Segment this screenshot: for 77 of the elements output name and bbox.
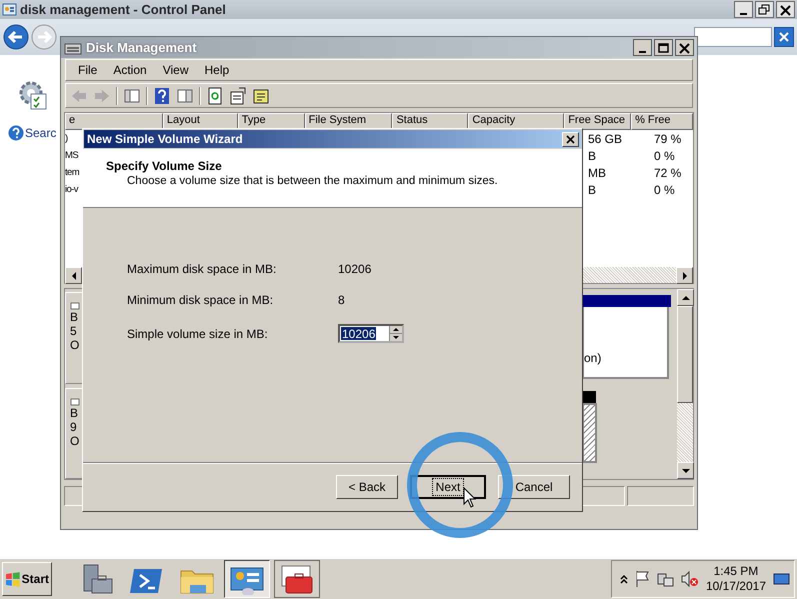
- table-cell: 0 %: [654, 182, 675, 196]
- table-cell: 79 %: [654, 132, 682, 146]
- wizard-subtitle: Choose a volume size that is between the maximum and minimum sizes.: [126, 175, 499, 187]
- volume-size-spinbox[interactable]: 10206: [338, 324, 404, 343]
- back-button-icon[interactable]: [3, 24, 29, 50]
- window-title: Disk Management: [86, 40, 198, 55]
- right-arrow-icon[interactable]: [680, 270, 688, 280]
- field-value: 8: [338, 293, 346, 307]
- wizard-button[interactable]: < Back: [336, 475, 398, 499]
- menu-item[interactable]: View: [154, 63, 196, 77]
- mouse-pointer-icon: [463, 487, 477, 509]
- disk-label: B: [70, 406, 80, 420]
- settings-checklist-icon: [17, 79, 49, 111]
- windows-logo-icon: [5, 570, 21, 588]
- up-arrow-icon[interactable]: [680, 294, 690, 302]
- help-icon[interactable]: [153, 86, 171, 104]
- disk-label: O: [70, 434, 80, 448]
- menu-item[interactable]: Action: [105, 63, 155, 77]
- menu-item[interactable]: Help: [196, 63, 238, 77]
- refresh-icon[interactable]: [206, 86, 224, 104]
- pane-layout-icon[interactable]: [176, 86, 194, 104]
- dialog-title: New Simple Volume Wizard: [87, 132, 244, 146]
- disk-label: 5: [70, 325, 78, 338]
- table-cell-text: tem: [65, 167, 80, 178]
- table-cell-text: B: [587, 148, 598, 162]
- restore-icon[interactable]: [757, 2, 772, 16]
- unallocated-header-bar: [582, 391, 596, 403]
- menu-item[interactable]: File: [70, 63, 106, 77]
- table-cell-text: io-v: [65, 184, 80, 195]
- status-bar-panel: [627, 486, 694, 506]
- close-icon[interactable]: [778, 2, 793, 16]
- down-arrow-icon[interactable]: [393, 335, 399, 340]
- disk-label: B: [70, 311, 80, 324]
- taskbar-button[interactable]: [224, 560, 270, 598]
- start-button[interactable]: Start: [2, 562, 52, 596]
- column-header[interactable]: e: [65, 113, 163, 130]
- clear-search-button[interactable]: [774, 27, 794, 47]
- show-hidden-icons-icon[interactable]: [620, 574, 628, 584]
- field-label: Maximum disk space in MB:: [127, 262, 278, 276]
- show-pane-icon[interactable]: [123, 86, 141, 104]
- vertical-scrollbar[interactable]: [677, 289, 693, 479]
- column-header[interactable]: Free Space: [564, 113, 632, 130]
- table-cell-text: MB: [587, 166, 607, 180]
- window-title: disk management - Control Panel: [20, 2, 227, 17]
- close-icon: [565, 134, 576, 144]
- table-cell-text: ): [65, 133, 69, 144]
- close-icon[interactable]: [677, 40, 692, 54]
- field-label: Simple volume size in MB:: [127, 326, 269, 340]
- search-field[interactable]: [694, 27, 772, 47]
- wizard-heading: Specify Volume Size: [106, 159, 223, 173]
- speaker-muted-icon[interactable]: [680, 570, 699, 588]
- show-desktop-icon[interactable]: [773, 571, 790, 587]
- control-panel-icon: [2, 2, 17, 17]
- taskbar-button[interactable]: [274, 560, 320, 598]
- disk-label: 9: [70, 420, 78, 434]
- settings-list-icon[interactable]: [252, 86, 270, 104]
- left-arrow-icon[interactable]: [70, 270, 78, 280]
- up-arrow-icon[interactable]: [393, 327, 399, 332]
- table-cell-text: MS: [65, 150, 80, 161]
- table-cell: 0 %: [654, 148, 675, 162]
- properties-icon[interactable]: [229, 86, 247, 104]
- table-cell-text: 56 GB: [587, 132, 624, 146]
- search-link[interactable]: Searc: [25, 126, 56, 140]
- close-icon: [777, 30, 791, 44]
- down-arrow-icon[interactable]: [680, 466, 690, 474]
- table-cell-text: B: [587, 182, 598, 196]
- help-icon: [8, 125, 24, 141]
- column-header[interactable]: % Free: [631, 113, 693, 130]
- close-button[interactable]: [562, 132, 579, 146]
- table-cell: 72 %: [654, 166, 682, 180]
- field-value: 10206: [338, 262, 372, 276]
- volume-label: on): [584, 351, 602, 365]
- flag-icon[interactable]: [634, 570, 650, 588]
- field-label: Minimum disk space in MB:: [127, 293, 274, 307]
- maximize-icon[interactable]: [656, 40, 671, 54]
- network-icon[interactable]: [656, 570, 674, 588]
- disk-label: O: [70, 339, 80, 352]
